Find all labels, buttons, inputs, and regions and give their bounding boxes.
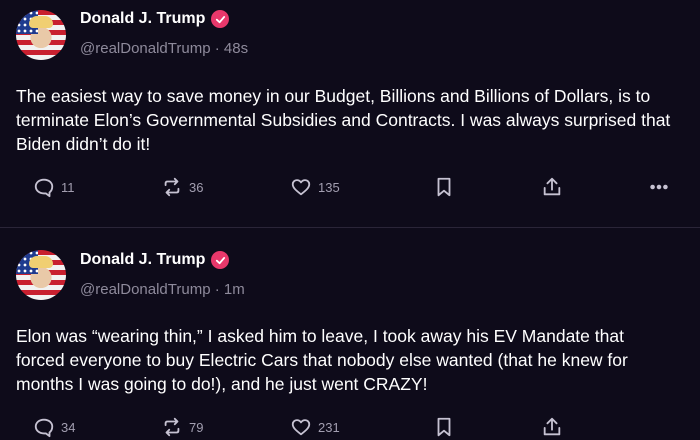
like-count: 231	[318, 419, 340, 435]
repost-button[interactable]: 79	[161, 416, 203, 438]
bookmark-button[interactable]	[433, 416, 455, 438]
repost-icon	[164, 417, 180, 437]
action-bar: 34 79 231	[0, 416, 700, 440]
separator: ·	[210, 281, 224, 298]
handle-time: @realDonaldTrump · 1m	[80, 281, 245, 298]
post[interactable]: Donald J. Trump @realDonaldTrump · 1m El…	[0, 0, 700, 438]
author-name-row[interactable]: Donald J. Trump	[80, 251, 230, 269]
reply-button[interactable]: 34	[33, 416, 75, 438]
like-button[interactable]: 231	[290, 416, 340, 438]
post-text: Elon was “wearing thin,” I asked him to …	[16, 326, 628, 394]
reply-icon	[34, 418, 54, 438]
timestamp[interactable]: 1m	[224, 281, 245, 298]
share-icon	[543, 417, 561, 436]
author-name[interactable]: Donald J. Trump	[80, 251, 205, 269]
reply-count: 34	[61, 419, 76, 435]
handle[interactable]: @realDonaldTrump	[80, 281, 211, 298]
repost-count: 79	[189, 419, 204, 435]
avatar[interactable]	[16, 250, 66, 300]
share-button[interactable]	[541, 416, 563, 438]
feed: Donald J. Trump @realDonaldTrump · 48s T…	[0, 0, 700, 438]
like-icon	[291, 419, 311, 436]
bookmark-icon	[437, 417, 451, 437]
verified-badge-icon	[211, 251, 230, 269]
